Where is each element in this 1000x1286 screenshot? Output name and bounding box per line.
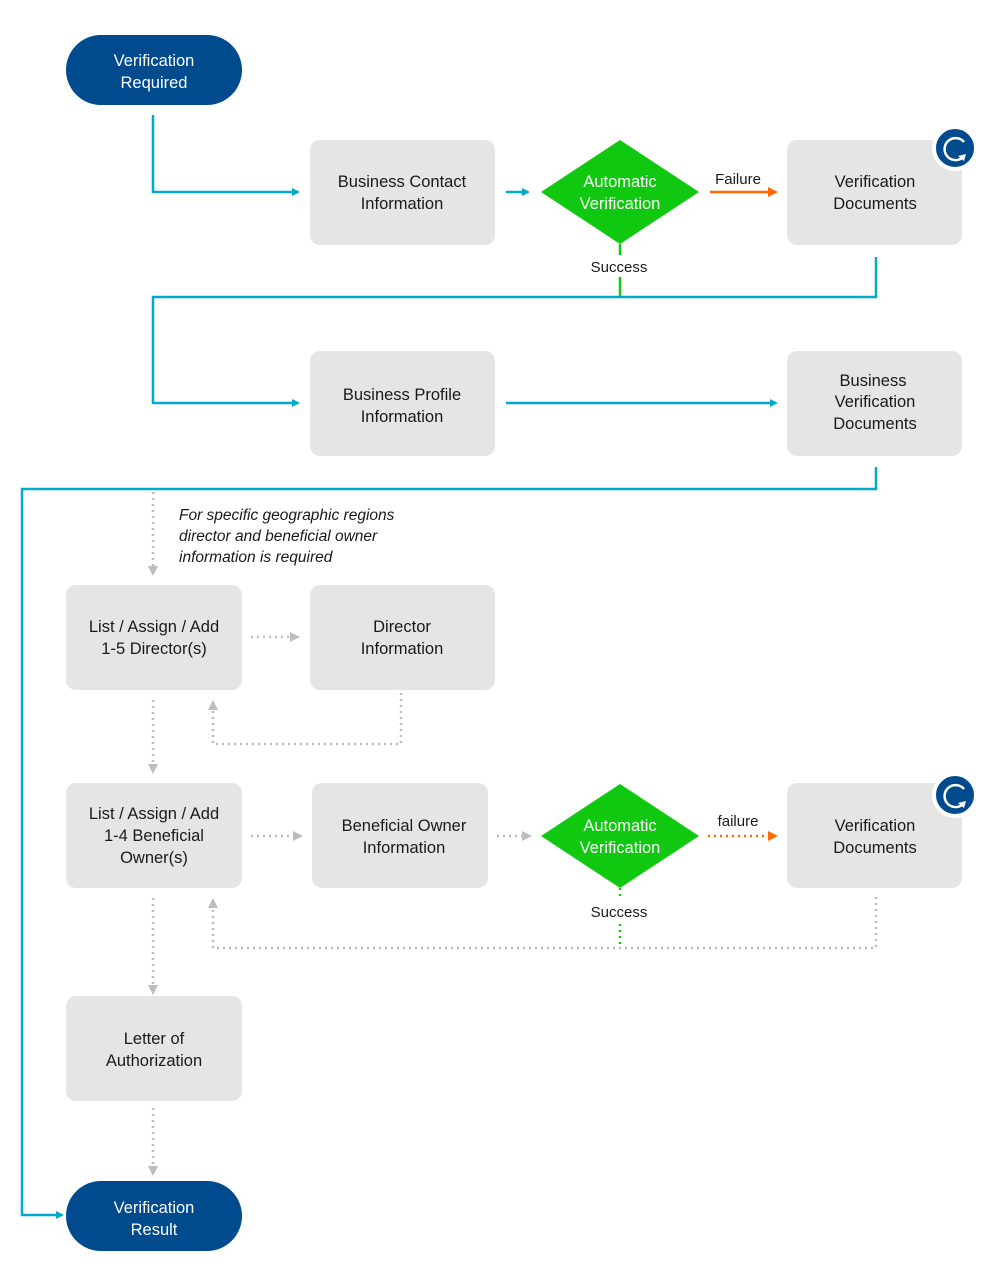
node-label: Documents: [833, 415, 916, 433]
region-note: For specific geographic regions director…: [179, 507, 395, 566]
node-label: Director: [373, 618, 431, 636]
node-label: Authorization: [106, 1052, 202, 1070]
node-label: Result: [131, 1221, 178, 1239]
verification-flowchart: Success Failure Success failure For spec…: [20, 35, 978, 1251]
node-business-profile: Business Profile Information: [310, 351, 495, 456]
node-list-directors: List / Assign / Add 1-5 Director(s): [66, 585, 242, 690]
node-label: Beneficial Owner: [342, 817, 467, 835]
decision-auto-verification-1: Automatic Verification: [541, 140, 699, 244]
node-box: [310, 585, 495, 690]
failure-label-1: Failure: [715, 171, 761, 188]
node-label: Information: [361, 640, 444, 658]
arrow-director-info-back: [208, 693, 403, 746]
node-box: [66, 996, 242, 1101]
node-label: Information: [363, 839, 446, 857]
node-box: [310, 140, 495, 245]
note-line: director and beneficial owner: [179, 528, 378, 545]
start-pill: [66, 35, 242, 105]
decision-auto-verification-2: Automatic Verification: [541, 784, 699, 888]
note-line: For specific geographic regions: [179, 507, 395, 524]
node-owner-information: Beneficial Owner Information: [312, 783, 488, 888]
node-label: Information: [361, 195, 444, 213]
decision-diamond: [541, 784, 699, 888]
node-label: Automatic: [583, 817, 656, 835]
node-label: List / Assign / Add: [89, 805, 219, 823]
node-label: Verification: [580, 839, 661, 857]
node-director-information: Director Information: [310, 585, 495, 690]
node-label: Information: [361, 408, 444, 426]
node-start: Verification Required: [66, 35, 242, 105]
node-business-contact: Business Contact Information: [310, 140, 495, 245]
node-label: 1-5 Director(s): [101, 640, 206, 658]
decision-diamond: [541, 140, 699, 244]
success-label-2: Success: [591, 904, 648, 921]
node-label: Letter of: [124, 1030, 185, 1048]
node-result: Verification Result: [66, 1181, 242, 1251]
node-label: Business: [840, 372, 907, 390]
node-list-owners: List / Assign / Add 1-4 Beneficial Owner…: [66, 783, 242, 888]
node-label: Documents: [833, 195, 916, 213]
node-label: Required: [121, 74, 188, 92]
node-label: 1-4 Beneficial: [104, 827, 204, 845]
arrow-docs-to-profile: [151, 257, 878, 407]
node-label: Business Contact: [338, 173, 467, 191]
node-label: Verification: [114, 1199, 195, 1217]
node-label: List / Assign / Add: [89, 618, 219, 636]
node-letter-of-authorization: Letter of Authorization: [66, 996, 242, 1101]
node-label: Owner(s): [120, 849, 188, 867]
node-box: [66, 585, 242, 690]
failure-label-2: failure: [718, 813, 759, 830]
node-label: Documents: [833, 839, 916, 857]
node-label: Verification: [835, 393, 916, 411]
note-line: information is required: [179, 549, 334, 566]
node-label: Verification: [835, 817, 916, 835]
node-label: Business Profile: [343, 386, 461, 404]
node-label: Verification: [835, 173, 916, 191]
node-box: [312, 783, 488, 888]
success-label-1: Success: [591, 259, 648, 276]
node-label: Verification: [580, 195, 661, 213]
arrow-start-to-contact: [151, 115, 300, 196]
refresh-icon: [932, 772, 978, 818]
node-label: Verification: [114, 52, 195, 70]
node-label: Automatic: [583, 173, 656, 191]
node-business-verification-documents: Business Verification Documents: [787, 351, 962, 456]
refresh-icon: [932, 125, 978, 171]
node-verification-documents-1: Verification Documents: [787, 125, 978, 245]
node-verification-documents-2: Verification Documents: [787, 772, 978, 888]
arrow-owner-back: [208, 897, 878, 950]
